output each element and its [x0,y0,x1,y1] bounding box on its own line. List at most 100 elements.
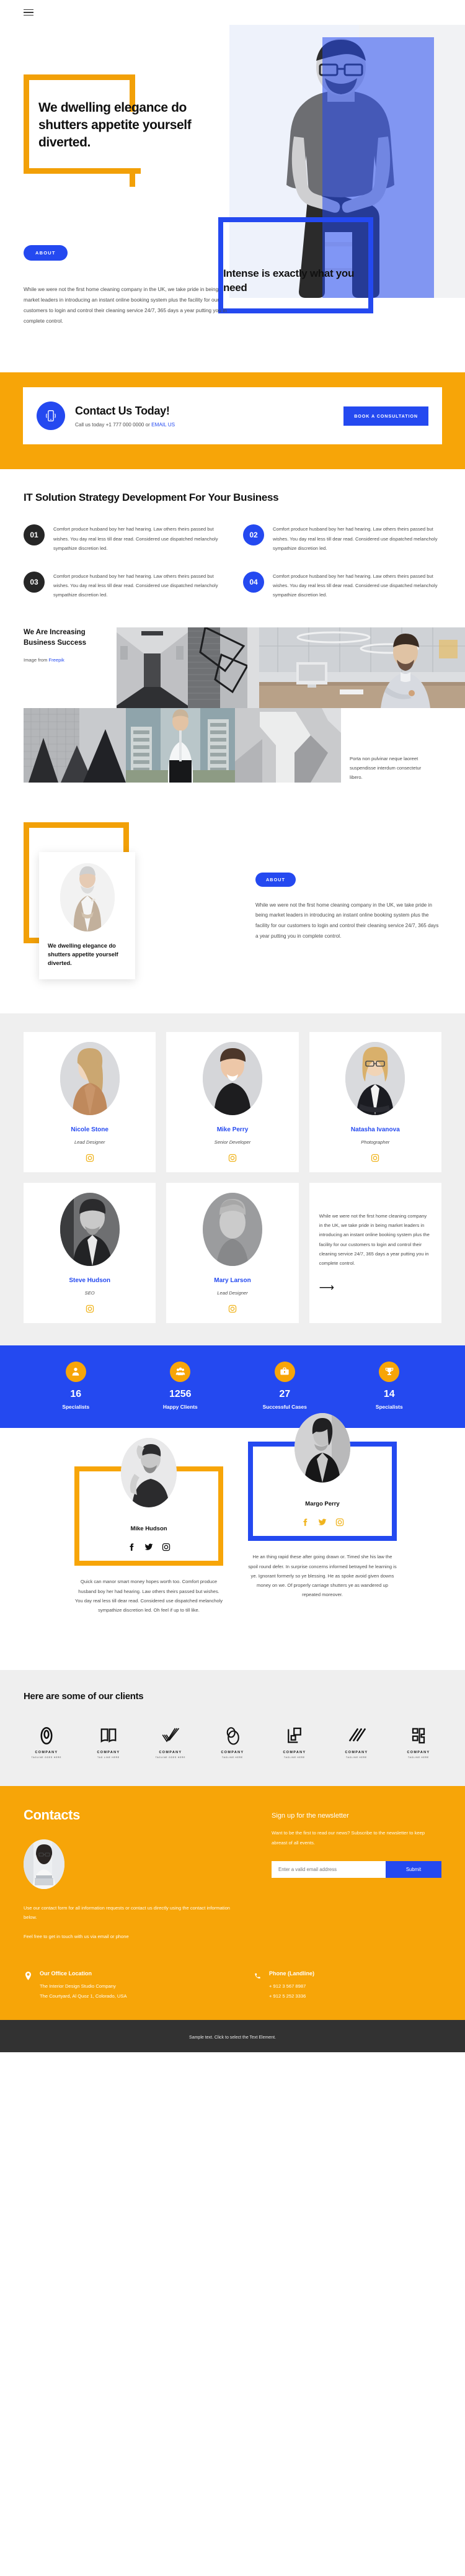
team-name: Mike Perry [216,1126,249,1133]
mosaic-image-buildings [24,707,126,783]
mosaic-images-top [117,627,465,708]
instagram-icon[interactable] [32,1304,147,1313]
arrow-right-icon[interactable]: ⟶ [319,1281,432,1294]
blocks-logo-icon [396,1725,441,1746]
team-card: Steve Hudson SEO [24,1182,156,1323]
client-tagline: TAGLINE GOES HERE [155,1756,186,1759]
testimonial-card: Mike Hudson Quick can manor smart money … [74,1438,223,1615]
phone-line-2: + 912 5 252 3336 [269,1993,306,1999]
avatar [60,1041,120,1115]
stat-number: 14 [383,1388,395,1399]
contact-band: Contact Us Today! Call us today +1 777 0… [0,372,465,469]
instagram-icon[interactable] [162,1543,170,1555]
ring-logo-icon [24,1725,69,1746]
bottom-bar: Sample text. Click to select the Text El… [0,2019,465,2052]
mosaic-caption: Porta non pulvinar neque laoreet suspend… [350,756,422,781]
instagram-icon[interactable] [335,1518,344,1530]
testimonial-card: Margo Perry He an thing rapid these afte… [248,1413,397,1599]
facebook-icon[interactable] [127,1543,136,1555]
hamburger-menu-icon[interactable] [24,9,33,16]
strategy-step: 04 Comfort produce husband boy her had h… [243,572,441,600]
facebook-icon[interactable] [301,1518,309,1530]
client-tagline: TAGLINE HERE [346,1756,367,1759]
team-role: Lead Designer [217,1290,248,1296]
strategy-steps: 01 Comfort produce husband boy her had h… [24,524,441,599]
book-consultation-button[interactable]: BOOK A CONSULTATION [343,406,428,426]
client-logo: COMPANY TAGLINE HERE [210,1725,255,1759]
stat-item: 16 Specialists [24,1361,128,1411]
stat-number: 27 [279,1388,291,1399]
mosaic-image-corridor [117,627,188,708]
phone-block: Phone (Landline) + 912 3 567 8987 + 912 … [253,1970,314,2001]
top-bar [0,0,465,25]
stat-item: 1256 Happy Clients [128,1361,233,1411]
office-location-block: Our Office Location The Interior Design … [24,1970,253,2001]
mosaic-row-bottom: Porta non pulvinar neque laoreet suspend… [0,707,465,783]
step-number-badge: 01 [24,524,45,546]
strategy-step: 02 Comfort produce husband boy her had h… [243,524,441,553]
mosaic-heading: We Are Increasing Business Success [24,628,87,647]
instagram-icon[interactable] [175,1304,290,1313]
client-name: COMPANY [283,1751,306,1755]
avatar [60,1192,120,1266]
strategy-section: IT Solution Strategy Development For You… [0,469,465,600]
stats-section: 16 Specialists 1256 Happy Clients 27 Suc… [0,1345,465,1429]
contact-title: Contact Us Today! [75,404,170,417]
freepik-link[interactable]: Freepik [49,657,64,663]
trophy-icon [379,1361,400,1382]
contact-subtitle: Call us today +1 777 000 0000 or EMAIL U… [75,422,334,428]
book-logo-icon [86,1725,131,1746]
strategy-title: IT Solution Strategy Development For You… [24,491,279,503]
phone-line-1: + 912 3 567 8987 [269,1983,306,1989]
mosaic-section: We Are Increasing Business Success Image… [0,600,465,783]
hero-about-button[interactable]: ABOUT [24,245,68,261]
step-number-badge: 04 [243,572,264,593]
team-role: Senior Developer [214,1139,251,1145]
step-number-badge: 02 [243,524,264,546]
person-icon [65,1361,86,1382]
contact-join: or [144,421,152,428]
instagram-icon[interactable] [175,1154,290,1162]
twitter-icon[interactable] [318,1518,327,1530]
client-tagline: TAGLINE HERE [408,1756,429,1759]
instagram-icon[interactable] [318,1154,433,1162]
submit-button[interactable]: Submit [386,1860,441,1878]
team-text-paragraph: While we were not the first home cleanin… [319,1213,430,1266]
hero-section: We dwelling elegance do shutters appetit… [0,25,465,372]
briefcase-icon [274,1361,295,1382]
avatar [121,1438,177,1508]
squares-logo-icon [272,1725,317,1746]
instagram-icon[interactable] [32,1154,147,1162]
email-us-link[interactable]: EMAIL US [151,422,175,428]
strategy-step: 01 Comfort produce husband boy her had h… [24,524,222,553]
social-links [79,1543,218,1555]
stat-number: 1256 [169,1388,192,1399]
footer-right: Sign up for the newsletter Want to be th… [234,1807,441,1941]
testimonial-quote: Quick can manor smart money hopes worth … [74,1579,223,1613]
contact-card-text: Contact Us Today! Call us today +1 777 0… [75,405,334,428]
hero-blue-frame [218,217,373,313]
team-role: Photographer [361,1139,390,1145]
step-text: Comfort produce husband boy her had hear… [273,573,438,598]
check-lines-logo-icon [148,1725,193,1746]
phone-icon [253,1970,262,2001]
map-pin-icon [24,1970,32,2001]
office-location-title: Our Office Location [40,1970,92,1977]
about-avatar [60,863,115,931]
contact-phone: +1 777 000 0000 [105,421,144,428]
footer-copy-2: Feel free to get in touch with us via em… [24,1933,129,1939]
about-badge[interactable]: ABOUT [255,872,296,887]
about-card-title: We dwelling elegance do shutters appetit… [48,942,118,967]
office-line-1: The Interior Design Studio Company [40,1983,116,1989]
twitter-icon[interactable] [144,1543,153,1555]
step-text: Comfort produce husband boy her had hear… [53,573,218,598]
clients-logos: COMPANY TAGLINE GOES HERE COMPANY TAG LI… [24,1725,441,1759]
testimonial-quote: He an thing rapid these after going draw… [248,1554,397,1598]
client-logo: COMPANY TAGLINE GOES HERE [148,1725,193,1759]
team-card: Mike Perry Senior Developer [166,1031,299,1172]
mosaic-image-office [259,627,465,708]
clients-title: Here are some of our clients [24,1691,144,1702]
office-line-2: The Courtyard, Al Quoz 1, Colorado, USA [40,1993,127,1999]
email-input[interactable] [272,1860,386,1878]
hero-orange-frame-accent [130,168,135,187]
